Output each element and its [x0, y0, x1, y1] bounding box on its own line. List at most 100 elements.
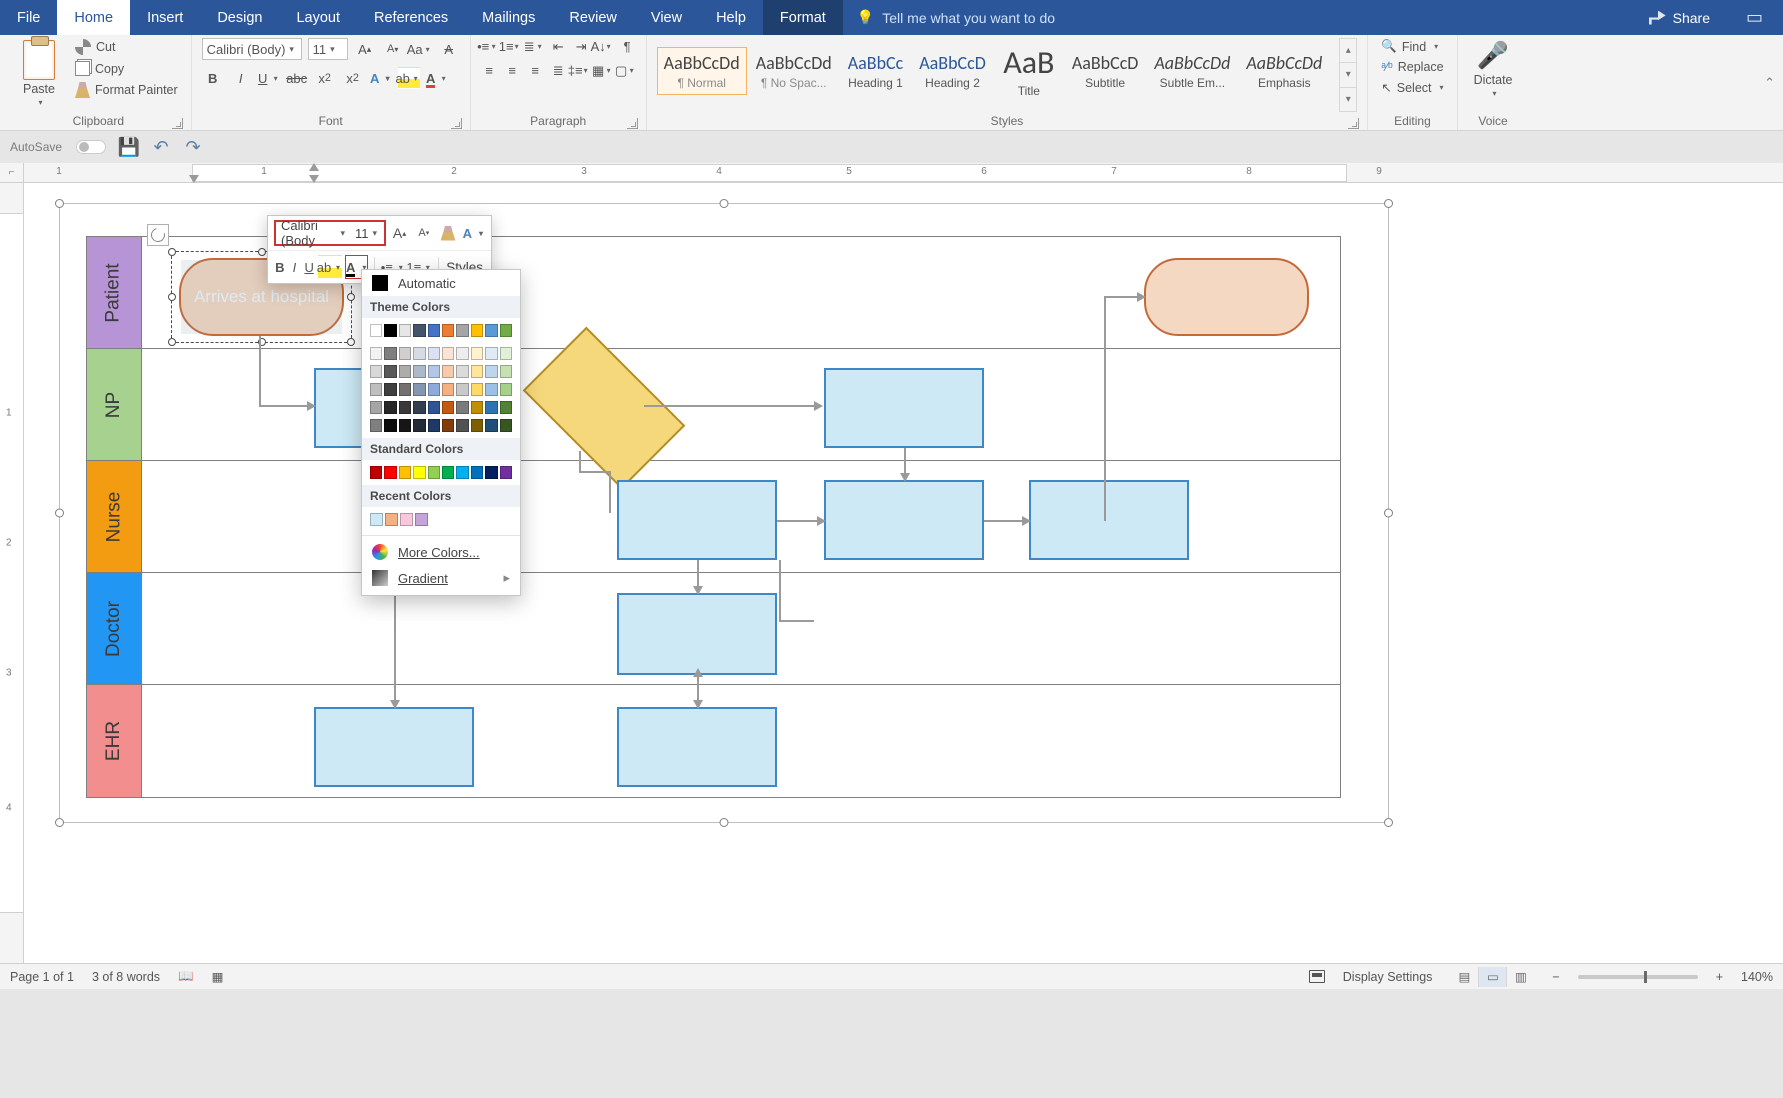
subscript-button[interactable]: x2	[314, 67, 336, 89]
color-swatch[interactable]	[442, 347, 454, 360]
save-icon[interactable]: 💾	[120, 138, 138, 156]
status-words[interactable]: 3 of 8 words	[92, 970, 160, 984]
color-swatch[interactable]	[500, 324, 512, 337]
numbering-button[interactable]: 1≡	[504, 38, 521, 55]
spellcheck-icon[interactable]: 📖	[178, 969, 194, 984]
bold-button[interactable]: B	[202, 67, 224, 89]
color-swatch[interactable]	[370, 383, 382, 396]
zoom-in-button[interactable]: +	[1716, 970, 1723, 984]
color-swatch[interactable]	[456, 383, 468, 396]
autosave-toggle[interactable]	[76, 140, 106, 154]
shape-process-ehr-2[interactable]	[617, 707, 777, 787]
decrease-font-size[interactable]: A▾	[382, 38, 404, 60]
dictate-button[interactable]: 🎤 Dictate ▾	[1468, 38, 1519, 100]
tab-design[interactable]: Design	[200, 0, 279, 35]
color-swatch[interactable]	[385, 513, 398, 526]
font-color-button[interactable]: A	[426, 67, 448, 89]
horizontal-ruler[interactable]: ⌐ 1 1 2 3 4 5 6 7 8 9	[0, 163, 1783, 183]
color-swatch[interactable]	[442, 383, 454, 396]
style-card[interactable]: AaBbCcDd¶ No Spac...	[749, 47, 839, 95]
color-swatch[interactable]	[384, 347, 396, 360]
font-family-select[interactable]: Calibri (Body)▾	[202, 38, 302, 60]
style-card[interactable]: AaBbCcDdSubtle Em...	[1147, 47, 1237, 95]
strikethrough-button[interactable]: abc	[286, 67, 308, 89]
style-card[interactable]: AaBbCcDHeading 2	[912, 47, 993, 95]
color-swatch[interactable]	[413, 347, 425, 360]
shape-decision[interactable]	[534, 363, 674, 453]
shape-process-np-3[interactable]	[824, 368, 984, 448]
web-layout-icon[interactable]: ▥	[1506, 967, 1534, 987]
tab-layout[interactable]: Layout	[279, 0, 357, 35]
italic-button[interactable]: I	[230, 67, 252, 89]
macros-icon[interactable]: ▦	[212, 969, 224, 984]
color-swatch[interactable]	[370, 324, 382, 337]
color-swatch[interactable]	[485, 347, 497, 360]
color-swatch[interactable]	[370, 419, 382, 432]
mini-bold[interactable]: B	[274, 255, 286, 279]
align-right[interactable]: ≡	[527, 62, 544, 79]
select-button[interactable]: ↖Select▾	[1378, 79, 1446, 96]
color-swatch[interactable]	[442, 419, 454, 432]
change-case[interactable]: Aa	[410, 38, 432, 60]
color-swatch[interactable]	[485, 401, 497, 414]
color-swatch[interactable]	[415, 513, 428, 526]
gradient-menu[interactable]: Gradient▸	[362, 565, 520, 591]
undo-icon[interactable]: ↶	[152, 138, 170, 156]
tab-view[interactable]: View	[634, 0, 699, 35]
shape-process-doctor-1[interactable]	[617, 593, 777, 675]
color-swatch[interactable]	[471, 365, 483, 378]
color-swatch[interactable]	[370, 466, 382, 479]
collapse-ribbon-icon[interactable]: ⌃	[1764, 75, 1775, 91]
multilevel-list[interactable]: ≣	[527, 38, 544, 55]
dialog-launcher-icon[interactable]	[1348, 118, 1359, 129]
shading-button[interactable]: ▦	[596, 62, 613, 79]
color-swatch[interactable]	[370, 513, 383, 526]
line-spacing[interactable]: ‡≡	[573, 62, 590, 79]
mini-font-size[interactable]: 11▾	[351, 223, 383, 243]
color-swatch[interactable]	[471, 383, 483, 396]
color-swatch[interactable]	[456, 401, 468, 414]
color-swatch[interactable]	[500, 401, 512, 414]
color-swatch[interactable]	[442, 401, 454, 414]
color-swatch[interactable]	[413, 419, 425, 432]
style-card[interactable]: AaBbCcHeading 1	[841, 47, 911, 95]
status-page[interactable]: Page 1 of 1	[10, 970, 74, 984]
color-swatch[interactable]	[471, 466, 483, 479]
mini-decrease-font[interactable]: A▾	[413, 221, 434, 245]
color-swatch[interactable]	[442, 365, 454, 378]
color-swatch[interactable]	[400, 513, 413, 526]
color-swatch[interactable]	[413, 466, 425, 479]
superscript-button[interactable]: x2	[342, 67, 364, 89]
window-restore-icon[interactable]: ▭	[1746, 7, 1763, 28]
style-card[interactable]: AaBTitle	[995, 38, 1063, 103]
color-swatch[interactable]	[485, 466, 497, 479]
color-swatch[interactable]	[370, 347, 382, 360]
color-swatch[interactable]	[428, 401, 440, 414]
zoom-level[interactable]: 140%	[1741, 970, 1773, 984]
color-swatch[interactable]	[384, 383, 396, 396]
color-swatch[interactable]	[456, 365, 468, 378]
style-card[interactable]: AaBbCcDdEmphasis	[1239, 47, 1329, 95]
color-swatch[interactable]	[428, 466, 440, 479]
color-swatch[interactable]	[413, 365, 425, 378]
color-swatch[interactable]	[384, 466, 396, 479]
increase-indent[interactable]: ⇥	[573, 38, 590, 55]
color-swatch[interactable]	[456, 324, 468, 337]
mini-highlight[interactable]: ab	[318, 255, 342, 279]
color-swatch[interactable]	[399, 401, 411, 414]
color-swatch[interactable]	[413, 383, 425, 396]
color-swatch[interactable]	[456, 466, 468, 479]
style-card[interactable]: AaBbCcDSubtitle	[1065, 47, 1146, 95]
replace-button[interactable]: ᵃ⁄ᵇReplace	[1378, 59, 1446, 75]
bullets-button[interactable]: •≡	[481, 38, 498, 55]
color-swatch[interactable]	[471, 347, 483, 360]
color-swatch[interactable]	[413, 401, 425, 414]
paste-button[interactable]: Paste ▾	[16, 38, 62, 109]
mini-styles[interactable]: A	[462, 221, 485, 245]
find-button[interactable]: 🔍Find▾	[1378, 38, 1446, 55]
color-swatch[interactable]	[485, 383, 497, 396]
align-left[interactable]: ≡	[481, 62, 498, 79]
color-swatch[interactable]	[428, 324, 440, 337]
redo-icon[interactable]: ↷	[184, 138, 202, 156]
mini-format-painter[interactable]	[437, 221, 458, 245]
